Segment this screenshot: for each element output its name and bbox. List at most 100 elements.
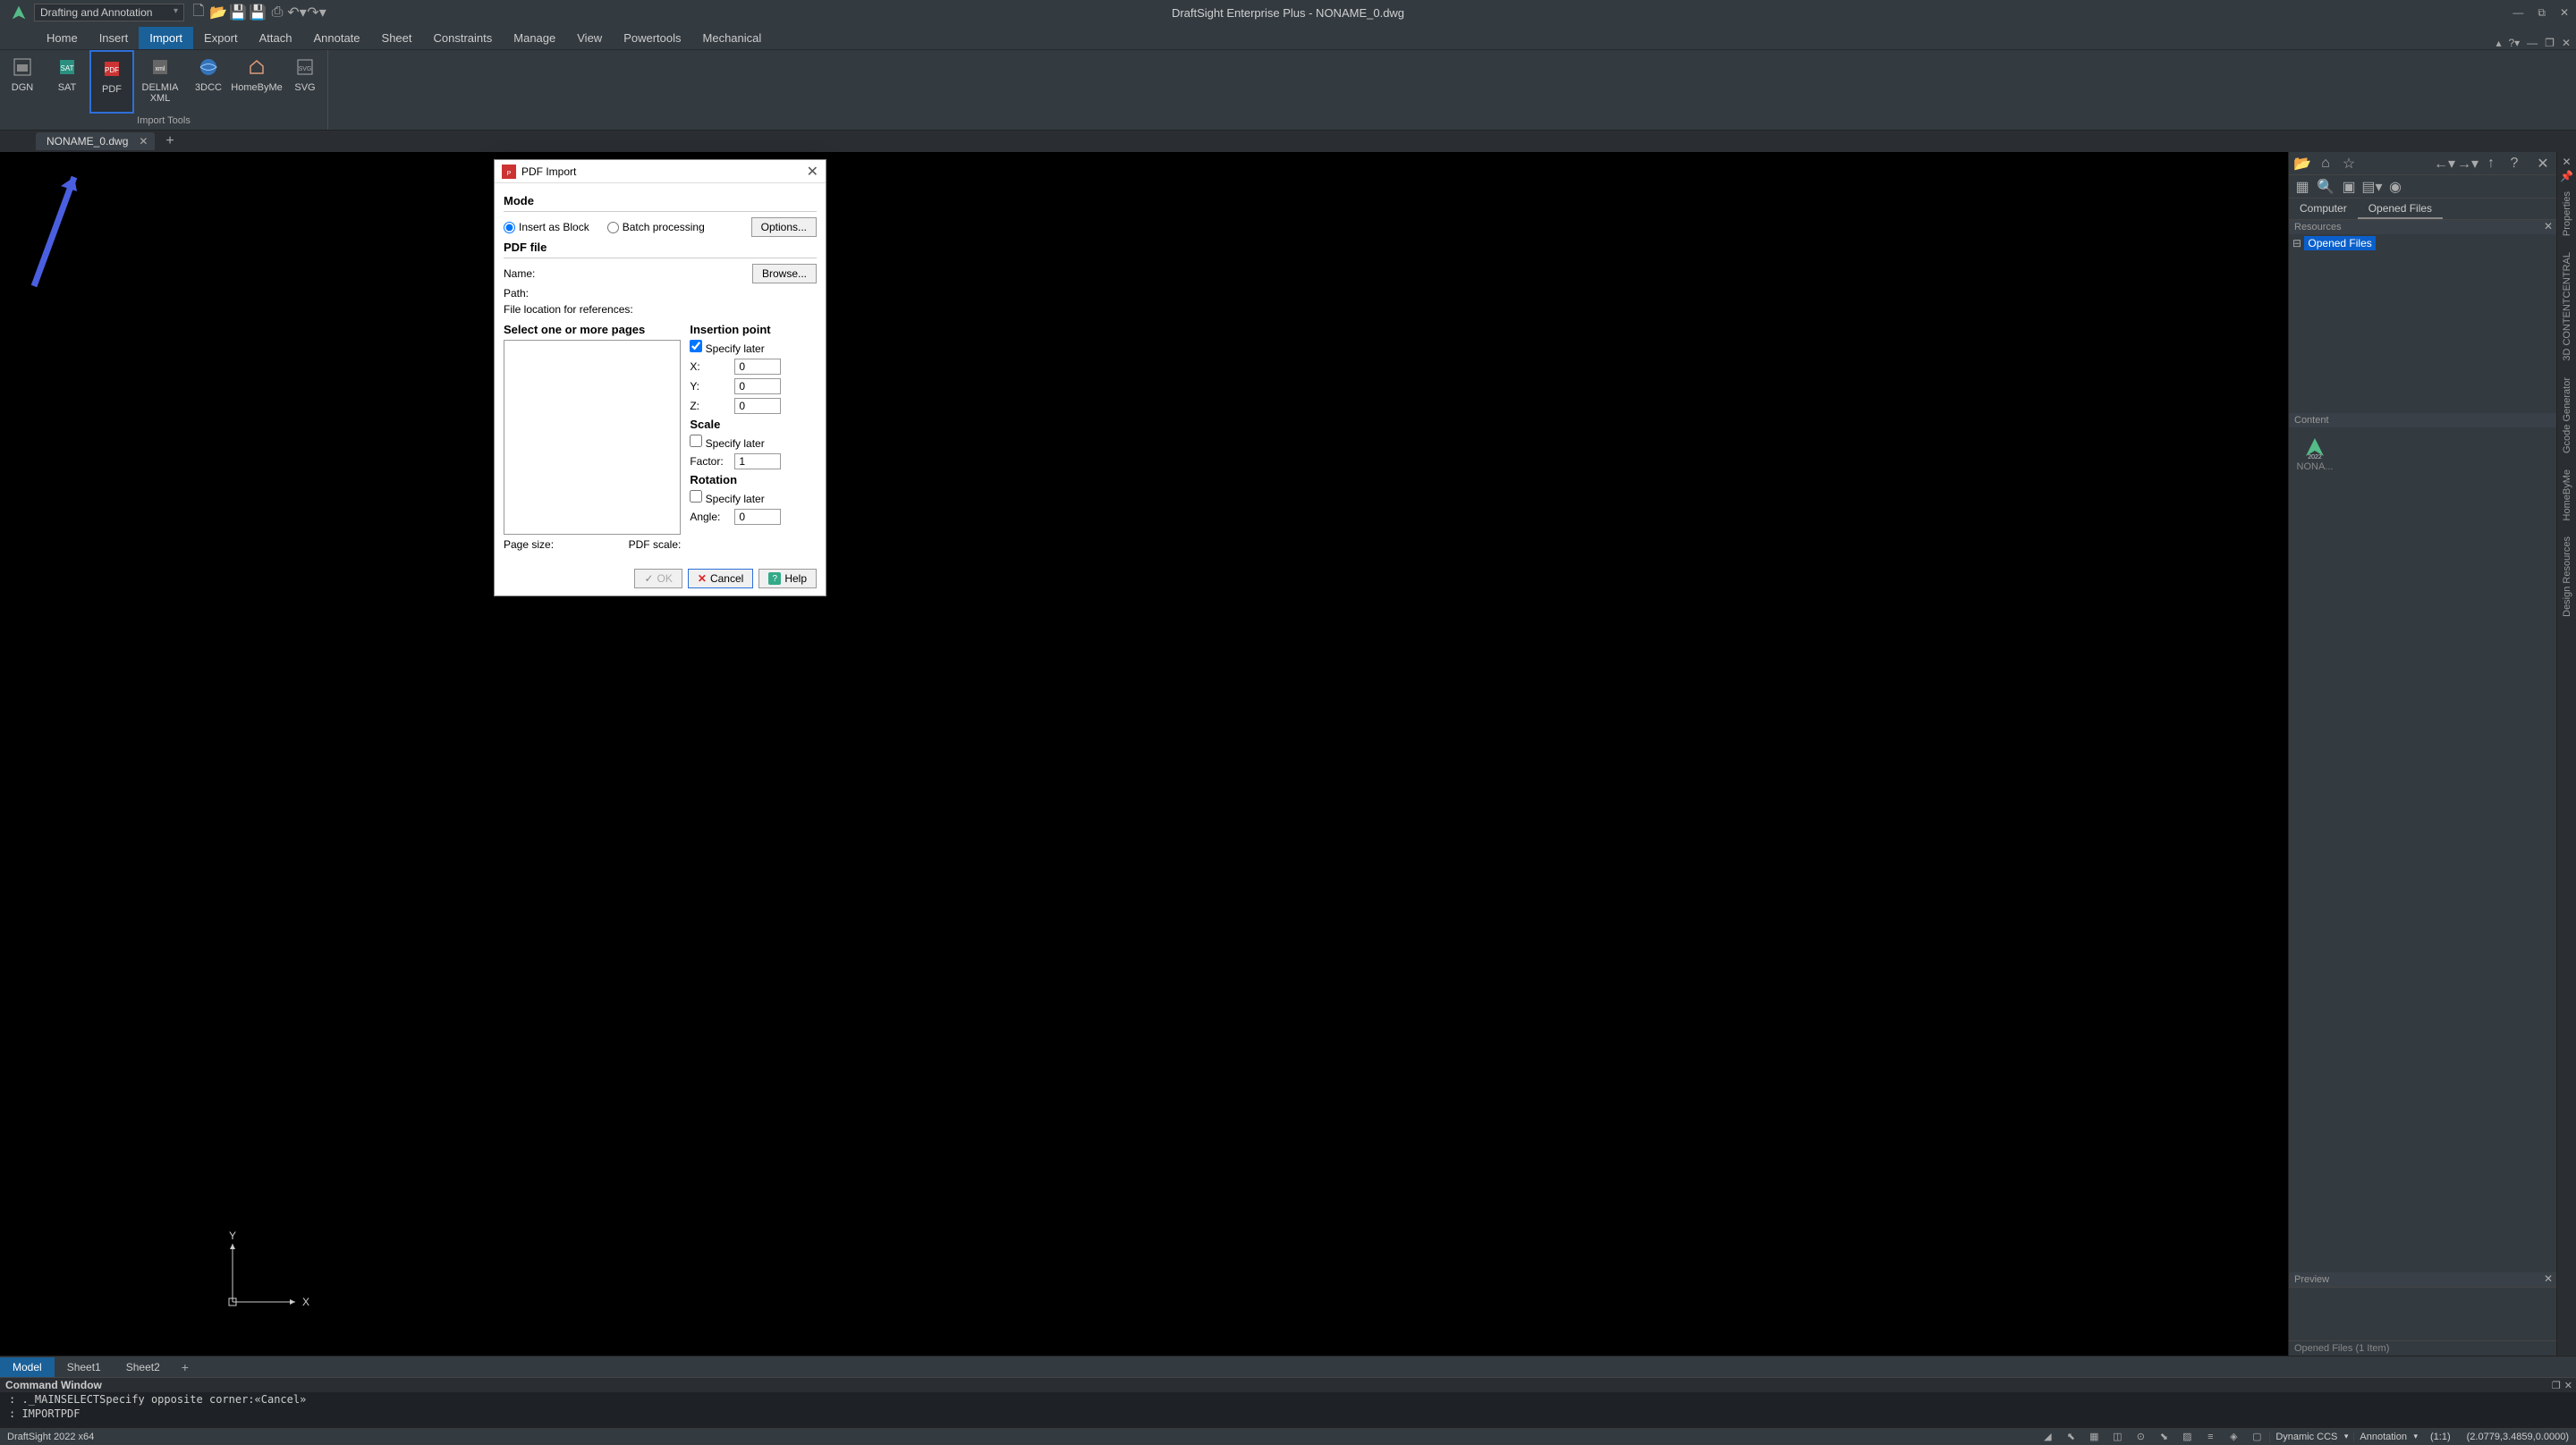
factor-input[interactable] — [734, 453, 781, 469]
status-otrack-icon[interactable]: ▨ — [2176, 1429, 2198, 1445]
open-icon[interactable]: 📂 — [211, 5, 225, 20]
favorite-icon[interactable]: ☆ — [2339, 154, 2359, 173]
vtab-gcode[interactable]: Gcode Generator — [2560, 370, 2574, 461]
new-icon[interactable]: 🗋 — [191, 5, 206, 20]
specify-later-scale-checkbox[interactable]: Specify later — [690, 435, 764, 450]
collapse-ribbon-icon[interactable]: ▴ — [2496, 37, 2501, 49]
import-svg-button[interactable]: SVG SVG — [283, 50, 327, 114]
x-input[interactable] — [734, 359, 781, 375]
tab-sheet[interactable]: Sheet — [371, 27, 423, 49]
up-icon[interactable]: ↑ — [2481, 154, 2501, 173]
status-lwt-icon[interactable]: ≡ — [2199, 1429, 2221, 1445]
close-panel-icon[interactable]: ✕ — [2533, 154, 2553, 173]
tool5-icon[interactable]: ◉ — [2385, 177, 2405, 197]
add-sheet-button[interactable]: + — [173, 1360, 198, 1374]
specify-later-rotation-checkbox[interactable]: Specify later — [690, 490, 764, 505]
tab-import[interactable]: Import — [139, 27, 193, 49]
mdi-close-icon[interactable]: ✕ — [2562, 37, 2571, 49]
insert-as-block-radio[interactable]: Insert as Block — [504, 221, 589, 233]
tab-home[interactable]: Home — [36, 27, 89, 49]
tab-attach[interactable]: Attach — [249, 27, 303, 49]
ok-button[interactable]: ✓OK — [634, 569, 682, 588]
tab-powertools[interactable]: Powertools — [613, 27, 691, 49]
app-logo-icon[interactable] — [4, 0, 34, 25]
minimize-button[interactable]: — — [2509, 4, 2527, 21]
vtab-homebyme[interactable]: HomeByMe — [2560, 462, 2574, 528]
dialog-titlebar[interactable]: P PDF Import ✕ — [495, 160, 826, 183]
tab-insert[interactable]: Insert — [89, 27, 140, 49]
mdi-minimize-icon[interactable]: — — [2527, 37, 2538, 49]
vtab-3dcc[interactable]: 3D CONTENTCENTRAL — [2560, 245, 2574, 368]
tab-mechanical[interactable]: Mechanical — [692, 27, 773, 49]
print-icon[interactable]: ⎙ — [270, 5, 284, 20]
file-thumbnail[interactable]: 2022 NONA... — [2296, 435, 2334, 472]
home-icon[interactable]: ⌂ — [2316, 154, 2335, 173]
section-close-icon[interactable]: ✕ — [2544, 1272, 2553, 1285]
help-panel-icon[interactable]: ? — [2504, 154, 2524, 173]
status-annoscale-dropdown[interactable]: Annotation — [2353, 1432, 2421, 1442]
add-tab-button[interactable]: + — [158, 133, 181, 149]
import-3dcc-button[interactable]: 3DCC — [186, 50, 231, 114]
view-mode-icon[interactable]: ▤▾ — [2362, 177, 2382, 197]
dialog-close-button[interactable]: ✕ — [807, 163, 818, 181]
drawing-canvas[interactable]: X Y — [0, 152, 2288, 1356]
status-snap-icon[interactable]: ◫ — [2106, 1429, 2128, 1445]
sheet-tab-sheet2[interactable]: Sheet2 — [114, 1357, 173, 1377]
batch-processing-radio[interactable]: Batch processing — [607, 221, 705, 233]
save-icon[interactable]: 💾 — [231, 5, 245, 20]
tab-constraints[interactable]: Constraints — [423, 27, 504, 49]
status-osnap-icon[interactable]: ⬊ — [2153, 1429, 2174, 1445]
y-input[interactable] — [734, 378, 781, 394]
browse-button[interactable]: Browse... — [752, 264, 817, 283]
cmdwin-max-icon[interactable]: ❐ — [2552, 1380, 2561, 1391]
tool2-icon[interactable]: 🔍 — [2316, 177, 2335, 197]
restore-button[interactable]: ⧉ — [2534, 4, 2549, 21]
cmdwin-close-icon[interactable]: ✕ — [2564, 1380, 2572, 1391]
status-cursor-icon[interactable]: ⬉ — [2060, 1429, 2081, 1445]
z-input[interactable] — [734, 398, 781, 414]
specify-later-insertion-checkbox[interactable]: Specify later — [690, 340, 764, 355]
tree-item-opened-files[interactable]: Opened Files — [2304, 236, 2375, 250]
command-window[interactable]: Command Window : ._MAINSELECTSpecify opp… — [0, 1377, 2576, 1427]
mdi-restore-icon[interactable]: ❐ — [2545, 37, 2555, 49]
tab-annotate[interactable]: Annotate — [302, 27, 370, 49]
workspace-dropdown[interactable]: Drafting and Annotation — [34, 4, 184, 21]
tab-manage[interactable]: Manage — [503, 27, 566, 49]
forward-icon[interactable]: →▾ — [2458, 154, 2478, 173]
import-sat-button[interactable]: SAT SAT — [45, 50, 89, 114]
help-icon[interactable]: ?▾ — [2508, 37, 2520, 49]
status-polar-icon[interactable]: ⊙ — [2130, 1429, 2151, 1445]
tab-view[interactable]: View — [566, 27, 613, 49]
cancel-button[interactable]: ✕Cancel — [688, 569, 753, 588]
folder-open-icon[interactable]: 📂 — [2292, 154, 2312, 173]
angle-input[interactable] — [734, 509, 781, 525]
options-button[interactable]: Options... — [751, 217, 817, 237]
status-dcc-dropdown[interactable]: Dynamic CCS — [2269, 1432, 2351, 1442]
status-grid-icon[interactable]: ▦ — [2083, 1429, 2105, 1445]
panel-tab-opened-files[interactable]: Opened Files — [2358, 199, 2443, 219]
document-tab[interactable]: NONAME_0.dwg ✕ — [36, 132, 155, 150]
vtab-pin-icon[interactable]: 📌 — [2560, 170, 2573, 182]
tool1-icon[interactable]: ▦ — [2292, 177, 2312, 197]
import-pdf-button[interactable]: PDF PDF — [89, 50, 134, 114]
back-icon[interactable]: ←▾ — [2435, 154, 2454, 173]
close-tab-icon[interactable]: ✕ — [139, 135, 148, 148]
status-dyn-icon[interactable]: ◈ — [2223, 1429, 2244, 1445]
status-toggle-1-icon[interactable]: ◢ — [2037, 1429, 2058, 1445]
saveas-icon[interactable]: 💾 — [250, 5, 265, 20]
resources-tree[interactable]: ⊟ Opened Files — [2289, 234, 2556, 413]
import-delmia-button[interactable]: xml DELMIA XML — [134, 50, 186, 114]
sheet-tab-model[interactable]: Model — [0, 1357, 55, 1377]
import-dgn-button[interactable]: DGN — [0, 50, 45, 114]
tab-export[interactable]: Export — [193, 27, 249, 49]
command-input-line[interactable]: : IMPORTPDF — [0, 1407, 2576, 1421]
undo-icon[interactable]: ↶▾ — [290, 5, 304, 20]
content-area[interactable]: 2022 NONA... — [2289, 427, 2556, 1272]
panel-tab-computer[interactable]: Computer — [2289, 199, 2358, 219]
vtab-properties[interactable]: Properties — [2560, 184, 2574, 243]
pages-listbox[interactable] — [504, 340, 681, 535]
close-button[interactable]: ✕ — [2556, 4, 2572, 21]
vtab-close-icon[interactable]: ✕ — [2562, 156, 2571, 168]
redo-icon[interactable]: ↷▾ — [309, 5, 324, 20]
status-qinput-icon[interactable]: ▢ — [2246, 1429, 2267, 1445]
